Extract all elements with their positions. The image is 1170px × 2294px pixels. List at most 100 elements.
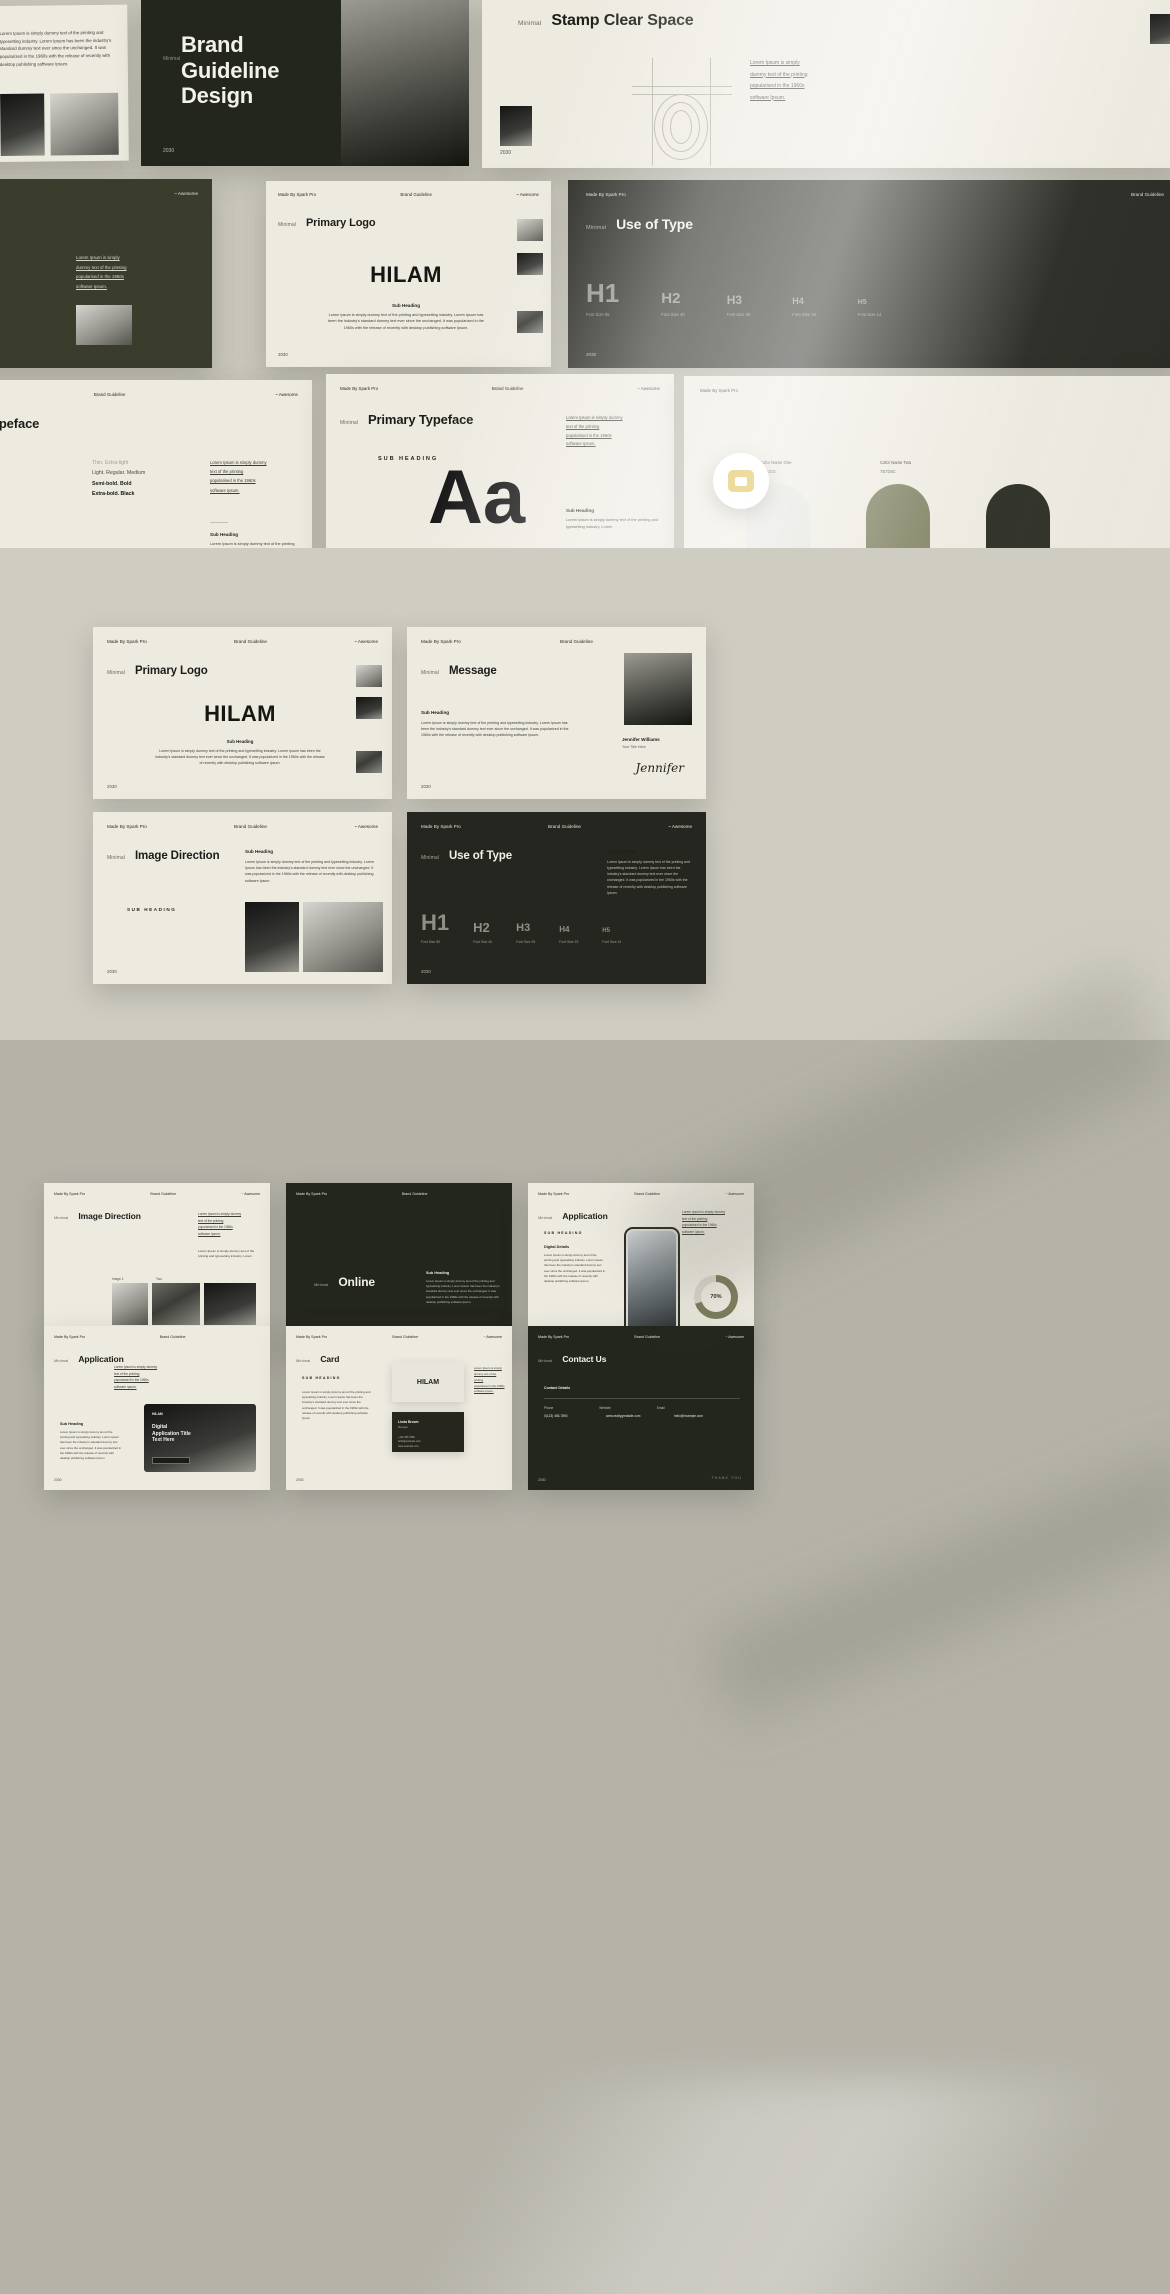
bot-app-eyebrow: Minimal <box>538 1215 553 1220</box>
type-scale-h: H1 <box>421 910 450 935</box>
cast-shadow-2 <box>702 1445 1170 1725</box>
bot-imgd-photo-3 <box>204 1283 256 1325</box>
stamp-link-3[interactable]: software Ipsum. <box>750 93 808 105</box>
bot-contact-labels: Phone Website Email <box>544 1406 665 1410</box>
ptf-link-2[interactable]: popularised in the 1960s <box>210 476 302 485</box>
bot-appb-link-2[interactable]: popularised in the 1960s <box>114 1377 180 1384</box>
bot-app-link-3[interactable]: software Ipsum. <box>682 1229 748 1236</box>
hero-plogo-year: 2030 <box>107 784 117 789</box>
slide-hero-use-of-type[interactable]: Made By Spark Pro Brand Guideline ~ Awes… <box>407 812 706 984</box>
hero-msg-eyebrow: Minimal <box>421 670 439 676</box>
bot-card-brand: Brand Guideline <box>392 1335 419 1339</box>
hero-imgd-brand: Brand Guideline <box>234 824 267 829</box>
bot-appb-link-3[interactable]: software Ipsum. <box>114 1384 180 1391</box>
ptf-weight-3: Extra-bold. Black <box>92 491 135 498</box>
bot-imgd-link-3[interactable]: software Ipsum. <box>198 1231 264 1238</box>
bot-app-link-2[interactable]: popularised in the 1960s <box>682 1222 748 1229</box>
photo-thumb <box>0 93 45 156</box>
slide-hero-message[interactable]: Made By Spark Pro Brand Guideline Minima… <box>407 627 706 799</box>
bot-app-link-1[interactable]: text of the printing <box>682 1216 748 1223</box>
ptf-body: Lorem Ipsum is simply dummy text of the … <box>210 541 295 548</box>
bottom-band: Made By Spark Pro Brand Guideline ~ Awes… <box>0 963 1170 2294</box>
slide-bot-card[interactable]: Made By Spark Pro Brand Guideline ~ Awes… <box>286 1326 512 1490</box>
bot-contact-value-2[interactable]: hello@example.com <box>674 1414 726 1418</box>
document-icon <box>728 470 754 492</box>
ptfb-link-1[interactable]: text of the printing <box>566 423 662 432</box>
ptf-link-1[interactable]: text of the printing <box>210 467 302 476</box>
ptfb-link-0[interactable]: Lorem Ipsum is simply dummy <box>566 414 662 423</box>
bot-app-link-0[interactable]: Lorem Ipsum is simply dummy <box>682 1209 748 1216</box>
bot-contact-details-heading: Contact Details <box>544 1386 571 1390</box>
stamp-link-1[interactable]: dummy text of the printing <box>750 70 808 82</box>
hero-msg-maker: Made By Spark Pro <box>421 639 461 644</box>
bot-card-front-mock: HILAM <box>392 1362 464 1402</box>
bot-imgd-link-2[interactable]: popularised in the 1960s <box>198 1224 264 1231</box>
type-scale-item: H4 Font Size 19 <box>559 926 578 945</box>
bot-contact-value-1[interactable]: www.reallygreatsite.com <box>606 1414 658 1418</box>
bot-contact-eyebrow: Minimal <box>538 1358 553 1363</box>
slide-bot-online[interactable]: Made By Spark Pro Brand Guideline Minima… <box>286 1183 512 1347</box>
bot-contact-label-1: Website <box>599 1406 611 1410</box>
type-scale-h: H3 <box>726 293 743 307</box>
bot-online-brand: Brand Guideline <box>401 1192 428 1196</box>
slide-bot-contact-us[interactable]: Made By Spark Pro Brand Guideline ~ Awes… <box>528 1326 754 1490</box>
typo-link-3[interactable]: software Ipsum. <box>76 282 127 292</box>
ptf-link-0[interactable]: Lorem Ipsum is simply dummy <box>210 458 302 467</box>
ptf-link-3[interactable]: software Ipsum. <box>210 486 302 495</box>
color-swatch-chip-1 <box>866 484 930 548</box>
plogo-hdr-awesome: ~ Awesome <box>516 192 539 197</box>
typo-link-1[interactable]: dummy text of the printing <box>76 263 127 273</box>
hero-imgd-subheading: Sub Heading <box>245 849 274 854</box>
bot-imgd-link-0[interactable]: Lorem Ipsum is simply dummy <box>198 1211 264 1218</box>
bot-card-link-3[interactable]: software Ipsum. <box>474 1389 506 1395</box>
hero-imgd-photo-2 <box>303 902 383 972</box>
bot-card-contact-2: www.example.com <box>398 1444 419 1448</box>
slide-primary-logo-top[interactable]: Made By Spark Pro Brand Guideline ~ Awes… <box>266 181 551 367</box>
bot-imgd-link-1[interactable]: text of the printing <box>198 1218 264 1225</box>
ptfb-subheading: Sub Heading <box>566 508 595 513</box>
bot-appb-cta-chip[interactable] <box>152 1457 190 1464</box>
bot-imgd-awesome: ~ Awesome <box>241 1192 260 1196</box>
ptfb-link-3[interactable]: software Ipsum. <box>566 440 662 449</box>
type-scale-size: Font Size 14 <box>857 312 882 317</box>
cover-title-line-3: Design <box>181 83 254 109</box>
bot-appb-link-1[interactable]: text of the printing <box>114 1371 180 1378</box>
type-scale-h: H5 <box>857 299 867 306</box>
bot-online-maker: Made By Spark Pro <box>296 1192 328 1196</box>
slide-hero-primary-logo[interactable]: Made By Spark Pro Brand Guideline ~ Awes… <box>93 627 392 799</box>
bot-appb-link-0[interactable]: Lorem Ipsum is simply dummy <box>114 1364 180 1371</box>
slide-typography[interactable]: Brand Guideline ~ Awesome Typography Lor… <box>0 179 212 368</box>
stamp-link-2[interactable]: popularised in the 1960s <box>750 81 808 93</box>
ptf-weight-1: Light. Regular. Medium <box>92 470 146 477</box>
bot-contact-label-2: Email <box>656 1406 665 1410</box>
file-type-badge[interactable] <box>713 453 769 509</box>
bot-contact-thank-you: THANK YOU <box>711 1476 742 1480</box>
slide-row1-left-partial[interactable]: Lorem Ipsum is simply dummy text of the … <box>0 4 129 164</box>
slide-primary-typeface-a[interactable]: Made By Spark Pro Brand Guideline ~ Awes… <box>0 380 312 548</box>
bot-appb-year: 2030 <box>54 1478 62 1482</box>
bot-card-link-1[interactable]: dummy text of the printing <box>474 1372 506 1384</box>
plogo-year: 2030 <box>278 352 288 357</box>
bot-contact-label-0: Phone <box>544 1406 554 1410</box>
slide-cover[interactable]: Minimal Brand Guideline Design 2030 <box>141 0 469 166</box>
bot-appb-eyebrow: Minimal <box>54 1358 69 1363</box>
bot-contact-value-0[interactable]: 0(123) 456-7890 <box>544 1414 590 1418</box>
slide-use-of-type-top[interactable]: Made By Spark Pro Brand Guideline Minima… <box>568 180 1170 368</box>
typo-link-list: Lorem Ipsum is simply dummy text of the … <box>76 253 127 292</box>
slide-bot-application[interactable]: Made By Spark Pro Brand Guideline ~ Awes… <box>528 1183 754 1347</box>
uot-year: 2030 <box>586 352 597 357</box>
typo-link-2[interactable]: popularised in the 1960s <box>76 272 127 282</box>
hero-plogo-title: Primary Logo <box>134 665 208 677</box>
cover-title-line-1: Brand <box>181 32 244 57</box>
bot-card-link-0[interactable]: Lorem Ipsum is simply <box>474 1366 506 1372</box>
bottom-light-wash <box>0 2080 1170 2294</box>
slide-hero-image-direction[interactable]: Made By Spark Pro Brand Guideline ~ Awes… <box>93 812 392 984</box>
slide-bot-application-b[interactable]: Made By Spark Pro Brand Guideline Minima… <box>44 1326 270 1490</box>
ptfb-link-2[interactable]: popularised in the 1960s <box>566 432 662 441</box>
plogo-thumb-3 <box>517 311 543 333</box>
stamp-link-0[interactable]: Lorem Ipsum is simply <box>750 58 808 70</box>
typo-link-0[interactable]: Lorem Ipsum is simply <box>76 253 127 263</box>
slide-stamp-clear-space[interactable]: Minimal Stamp Clear Space Lorem Ipsum is… <box>482 0 1170 168</box>
slide-bot-image-direction[interactable]: Made By Spark Pro Brand Guideline ~ Awes… <box>44 1183 270 1347</box>
slide-primary-typeface-b[interactable]: Made By Spark Pro Brand Guideline ~ Awes… <box>326 374 674 548</box>
